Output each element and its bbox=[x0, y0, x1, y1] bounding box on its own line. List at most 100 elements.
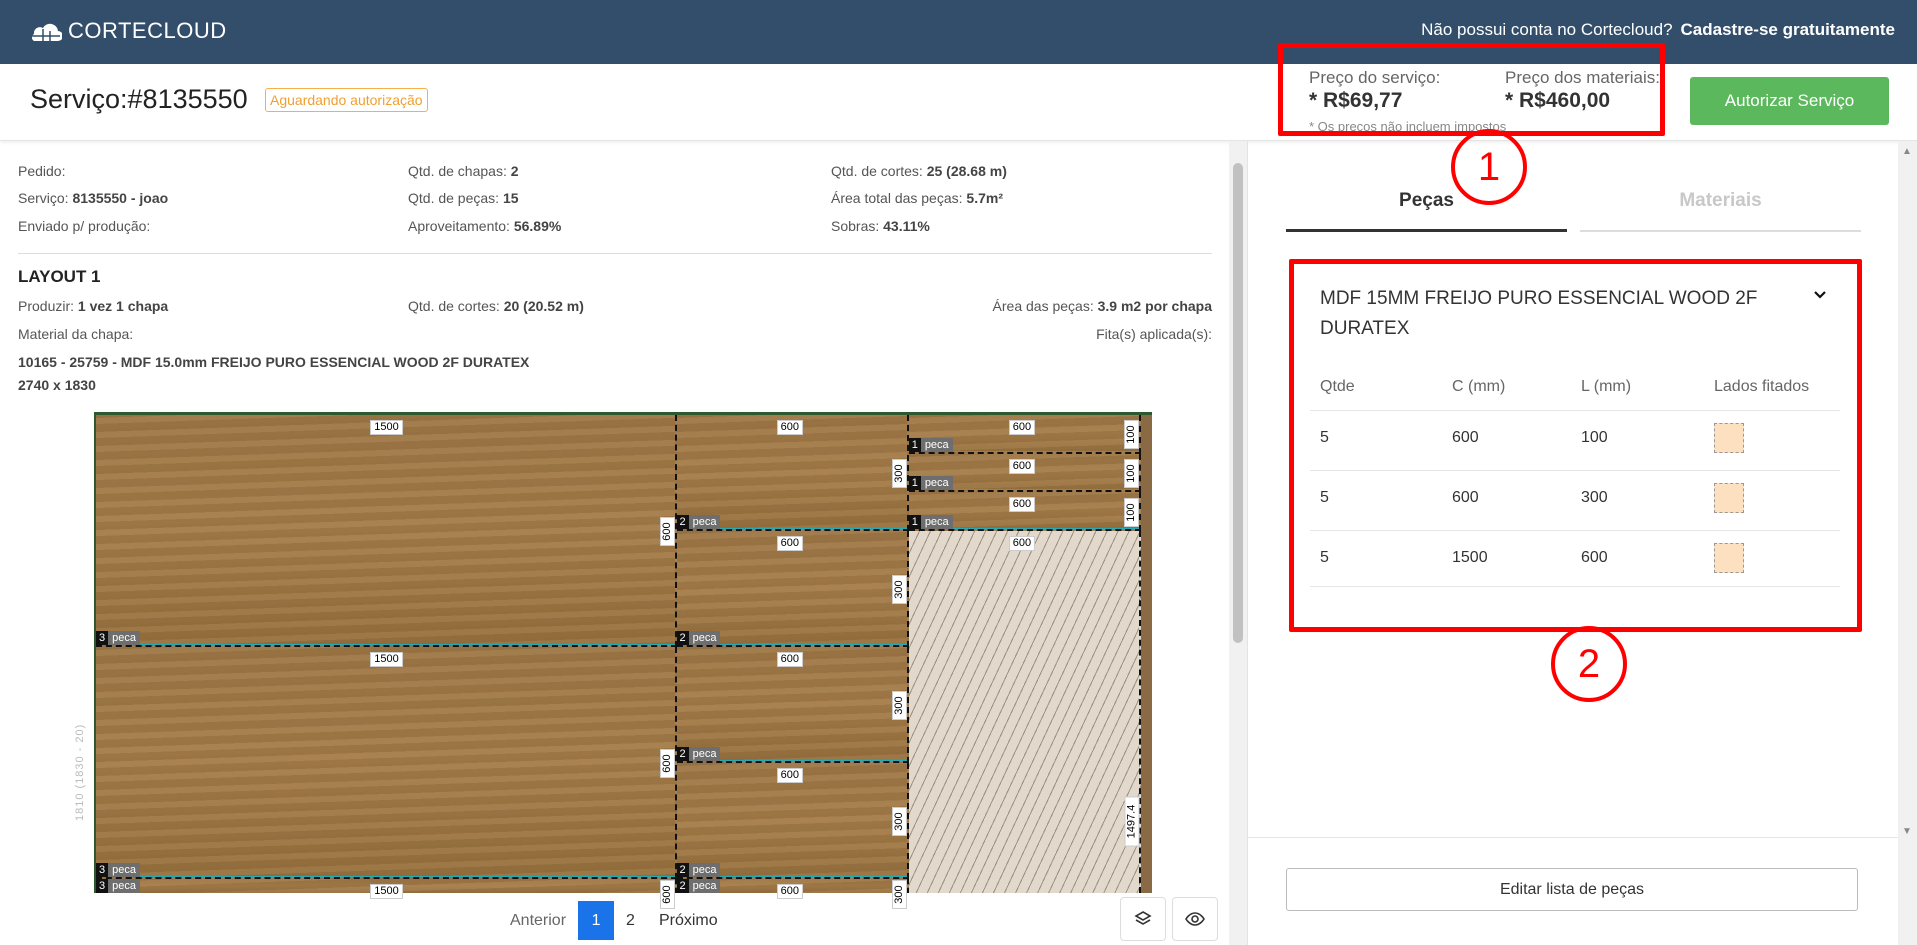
piece-qty-badge: 2 peca bbox=[676, 515, 721, 530]
pagination-page-2[interactable]: 2 bbox=[614, 901, 647, 940]
layers-icon bbox=[1134, 911, 1152, 925]
piece-qty: 3 bbox=[96, 879, 109, 894]
sheet-size: 2740 x 1830 bbox=[18, 377, 96, 393]
layout-cortes-label: Qtd. de cortes: bbox=[408, 298, 500, 314]
tab-materiais[interactable]: Materiais bbox=[1580, 190, 1861, 212]
piece-width-label: 600 bbox=[1008, 536, 1036, 552]
produzir-label: Produzir: bbox=[18, 298, 75, 314]
piece-height-label: 300 bbox=[892, 459, 908, 489]
cut-piece[interactable]: 1500 600 3 peca bbox=[96, 647, 677, 880]
cut-piece[interactable]: 600 300 2 peca bbox=[676, 531, 909, 648]
piece-height-label: 300 bbox=[892, 691, 908, 721]
tab-pecas[interactable]: Peças bbox=[1286, 190, 1567, 212]
brand-name: CORTECLOUD bbox=[68, 18, 227, 43]
piece-word: peca bbox=[108, 863, 140, 878]
brand-logo[interactable]: CORTECLOUD bbox=[30, 18, 227, 44]
piece-qty-badge: 1 peca bbox=[908, 437, 953, 452]
piece-height-label: 100 bbox=[1124, 420, 1140, 450]
piece-qty: 2 bbox=[676, 631, 689, 646]
piece-word: peca bbox=[688, 863, 721, 878]
cut-piece[interactable]: 600 100 1 peca bbox=[908, 453, 1141, 493]
tab-materiais-underline bbox=[1580, 230, 1861, 232]
piece-qty-badge: 1 peca bbox=[908, 515, 953, 530]
pagination: Anterior 1 2 Próximo bbox=[498, 901, 730, 940]
servico-value: 8135550 - joao bbox=[72, 190, 169, 206]
piece-qty-badge: 3 peca bbox=[96, 631, 140, 646]
piece-qty-badge: 2 peca bbox=[676, 863, 721, 878]
piece-word: peca bbox=[688, 631, 721, 646]
piece-qty: 2 bbox=[676, 515, 689, 530]
piece-width-label: 600 bbox=[1008, 420, 1036, 435]
piece-height-label: 100 bbox=[1124, 497, 1140, 527]
cortes-field: Qtd. de cortes: 25 (28.68 m) bbox=[831, 163, 1007, 179]
piece-qty: 2 bbox=[676, 747, 689, 762]
right-scrollbar[interactable] bbox=[1898, 141, 1917, 945]
piece-qty: 3 bbox=[96, 631, 109, 646]
piece-qty-badge: 2 peca bbox=[676, 879, 721, 894]
piece-qty: 2 bbox=[676, 863, 689, 878]
piece-width-label: 600 bbox=[776, 768, 803, 784]
aproveitamento-field: Aproveitamento: 56.89% bbox=[408, 218, 561, 234]
annotation-marker-2: 2 bbox=[1551, 626, 1627, 702]
piece-qty-badge: 3 peca bbox=[96, 863, 140, 878]
cut-piece[interactable]: 600 300 2 peca bbox=[676, 763, 909, 880]
annotation-box-2 bbox=[1289, 259, 1862, 632]
pecas-label: Qtd. de peças: bbox=[408, 190, 500, 206]
authorize-service-button[interactable]: Autorizar Serviço bbox=[1690, 77, 1889, 125]
piece-height-label: 300 bbox=[892, 575, 908, 605]
view-button[interactable] bbox=[1172, 897, 1218, 941]
piece-qty-badge: 3 peca bbox=[96, 879, 140, 894]
enviado-label: Enviado p/ produção: bbox=[18, 218, 151, 234]
cutting-diagram: 1500 600 3 peca 1500 600 3 peca 1500 600 3 peca 600 3… bbox=[94, 412, 1152, 909]
cut-piece[interactable]: 1500 600 3 peca bbox=[96, 415, 677, 648]
material-value: 10165 - 25759 - MDF 15.0mm FREIJO PURO E… bbox=[18, 354, 530, 370]
piece-word: peca bbox=[920, 437, 953, 452]
divider bbox=[1248, 837, 1898, 838]
annotation-marker-1: 1 bbox=[1451, 129, 1527, 205]
layout-scrollbar[interactable] bbox=[1229, 141, 1247, 945]
waste-area[interactable]: 600 1497.4 bbox=[908, 531, 1141, 893]
cortes-value: 25 (28.68 m) bbox=[926, 163, 1007, 179]
layout-title: LAYOUT 1 bbox=[18, 267, 101, 286]
pagination-next[interactable]: Próximo bbox=[647, 901, 730, 940]
layout-panel: Pedido: Serviço: 8135550 - joao Enviado … bbox=[0, 141, 1229, 909]
layout-cortes-value: 20 (20.52 m) bbox=[503, 298, 584, 314]
pagination-page-1[interactable]: 1 bbox=[578, 901, 615, 940]
edit-pieces-button[interactable]: Editar lista de peças bbox=[1286, 868, 1858, 911]
cut-piece[interactable]: 600 300 2 peca bbox=[676, 415, 909, 532]
piece-qty-badge: 1 peca bbox=[908, 476, 953, 491]
piece-width-label: 1500 bbox=[370, 652, 403, 668]
piece-width-label: 600 bbox=[1008, 497, 1036, 513]
scrollbar-thumb[interactable] bbox=[1233, 163, 1243, 643]
piece-word: peca bbox=[688, 879, 721, 894]
sheet-height-label: 1810 (1830 - 20) bbox=[74, 723, 86, 821]
signup-link[interactable]: Cadastre-se gratuitamente bbox=[1681, 20, 1895, 39]
eye-icon bbox=[1185, 912, 1205, 926]
layers-button[interactable] bbox=[1120, 897, 1166, 941]
piece-width-label: 600 bbox=[776, 884, 803, 900]
piece-qty: 1 bbox=[908, 515, 921, 530]
piece-qty: 1 bbox=[908, 476, 921, 491]
cut-piece[interactable]: 1500 600 3 peca bbox=[96, 879, 677, 909]
piece-height-label: 100 bbox=[1124, 459, 1140, 489]
cut-piece[interactable]: 600 100 1 peca bbox=[908, 415, 1141, 454]
piece-word: peca bbox=[688, 515, 721, 530]
piece-word: peca bbox=[920, 476, 953, 491]
cut-piece[interactable]: 600 300 2 peca bbox=[676, 647, 909, 764]
cut-piece[interactable]: 600 100 1 peca bbox=[908, 492, 1141, 532]
piece-height-label: 600 bbox=[660, 749, 675, 779]
pecas-value: 15 bbox=[502, 190, 519, 206]
layout-area-field: Área das peças: 3.9 m2 por chapa bbox=[993, 298, 1212, 314]
layout-area-label: Área das peças: bbox=[992, 298, 1094, 314]
pedido-label: Pedido: bbox=[18, 163, 66, 179]
status-badge: Aguardando autorização bbox=[265, 88, 428, 112]
piece-word: peca bbox=[108, 631, 140, 646]
piece-qty: 1 bbox=[908, 437, 921, 452]
piece-qty: 2 bbox=[676, 879, 689, 894]
scroll-up-icon[interactable]: ▲ bbox=[1902, 146, 1912, 157]
cut-piece[interactable]: 600 300 2 peca bbox=[676, 879, 909, 909]
pagination-prev[interactable]: Anterior bbox=[498, 901, 578, 940]
scroll-down-icon[interactable]: ▼ bbox=[1902, 826, 1912, 837]
area-value: 5.7m² bbox=[966, 190, 1003, 206]
chapas-label: Qtd. de chapas: bbox=[408, 163, 507, 179]
